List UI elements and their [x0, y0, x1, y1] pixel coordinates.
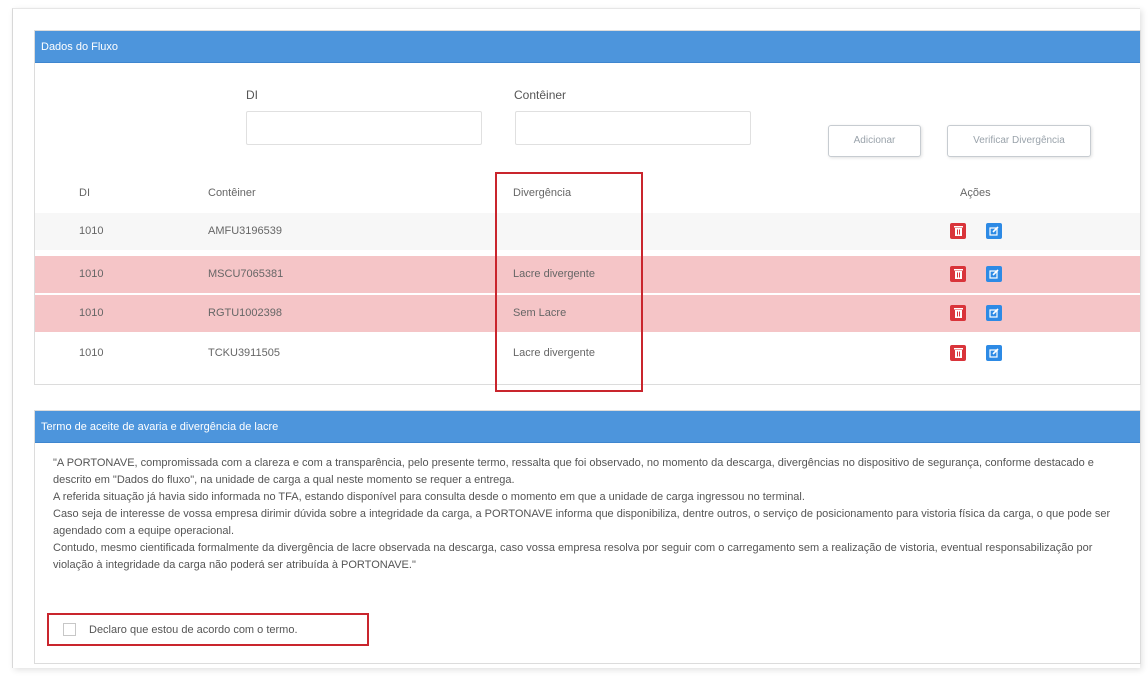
add-button[interactable]: Adicionar [828, 125, 921, 157]
row-container: MSCU7065381 [208, 268, 284, 280]
di-input[interactable] [246, 111, 482, 145]
divergence-highlight-box [495, 172, 643, 392]
column-header-container: Contêiner [208, 187, 256, 199]
fluxo-panel: Dados do Fluxo DI Contêiner Adicionar Ve… [34, 30, 1141, 392]
edit-icon[interactable] [986, 345, 1002, 361]
row-di: 1010 [79, 225, 104, 237]
edit-icon[interactable] [986, 305, 1002, 321]
terms-checkbox[interactable] [63, 623, 76, 636]
column-header-di: DI [79, 187, 90, 199]
row-di: 1010 [79, 347, 104, 359]
row-di: 1010 [79, 307, 104, 319]
verify-divergence-button[interactable]: Verificar Divergência [947, 125, 1091, 157]
terms-text: "A PORTONAVE, compromissada com a clarez… [53, 455, 1133, 574]
column-header-actions: Ações [960, 187, 991, 199]
terms-checkbox-label[interactable]: Declaro que estou de acordo com o termo. [89, 624, 298, 636]
termo-panel-header: Termo de aceite de avaria e divergência … [35, 411, 1140, 443]
terms-paragraph: "A PORTONAVE, compromissada com a clarez… [53, 457, 1094, 486]
terms-paragraph: Contudo, mesmo cientificada formalmente … [53, 542, 1093, 571]
trash-icon[interactable] [950, 223, 966, 239]
row-container: TCKU3911505 [208, 347, 280, 359]
edit-icon[interactable] [986, 223, 1002, 239]
trash-icon[interactable] [950, 305, 966, 321]
terms-paragraph: A referida situação já havia sido inform… [53, 491, 805, 503]
terms-paragraph: Caso seja de interesse de vossa empresa … [53, 508, 1111, 537]
trash-icon[interactable] [950, 266, 966, 282]
row-di: 1010 [79, 268, 104, 280]
termo-panel: Termo de aceite de avaria e divergência … [34, 410, 1141, 664]
edit-icon[interactable] [986, 266, 1002, 282]
container-label: Contêiner [514, 88, 567, 102]
row-container: RGTU1002398 [208, 307, 282, 319]
terms-agreement-box: Declaro que estou de acordo com o termo. [47, 613, 369, 646]
di-label: DI [246, 88, 258, 102]
row-container: AMFU3196539 [208, 225, 282, 237]
container-input[interactable] [515, 111, 751, 145]
fluxo-panel-header: Dados do Fluxo [35, 31, 1140, 63]
trash-icon[interactable] [950, 345, 966, 361]
